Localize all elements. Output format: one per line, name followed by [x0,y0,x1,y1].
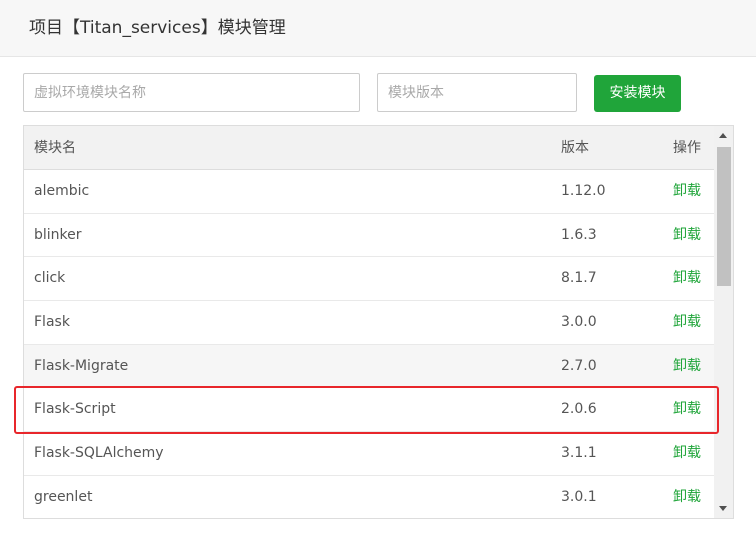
module-name: Flask-Migrate [34,357,129,374]
header-action: 操作 [673,140,701,156]
uninstall-link[interactable]: 卸载 [673,399,701,419]
module-name: Flask-SQLAlchemy [34,445,164,462]
header-version: 版本 [561,140,589,156]
module-name-input[interactable] [23,73,360,112]
uninstall-link[interactable]: 卸载 [673,356,701,376]
module-name: click [34,270,66,287]
module-name: greenlet [34,488,93,505]
table-row: Flask 3.0.0 卸载 [24,301,714,345]
table-row: blinker 1.6.3 卸载 [24,213,714,258]
uninstall-link[interactable]: 卸载 [673,312,701,332]
module-version: 1.12.0 [561,183,606,199]
uninstall-link[interactable]: 卸载 [673,443,701,463]
table-row: Flask-SQLAlchemy 3.1.1 卸载 [24,432,714,476]
module-version: 3.1.1 [561,445,597,462]
table-row: Flask-Migrate 2.7.0 卸载 [24,344,714,389]
module-version: 2.7.0 [561,357,597,374]
table-row: Flask-Script 2.0.6 卸载 [24,388,714,433]
dialog-header: 项目【Titan_services】模块管理 [0,0,756,57]
module-table: 模块名 版本 操作 alembic 1.12.0 卸载 blinker 1.6.… [23,125,734,519]
table-row: greenlet 3.0.1 卸载 [24,475,714,518]
scrollbar-thumb[interactable] [717,147,731,286]
module-version: 8.1.7 [561,270,597,287]
table-body: alembic 1.12.0 卸载 blinker 1.6.3 卸载 click… [24,170,714,518]
module-name: Flask-Script [34,401,116,418]
module-version: 2.0.6 [561,401,597,418]
uninstall-link[interactable]: 卸载 [673,487,701,507]
table-header: 模块名 版本 操作 [24,126,714,170]
table-scrollbar[interactable] [714,126,733,518]
module-version-input[interactable] [377,73,577,112]
module-manager-dialog: 项目【Titan_services】模块管理 安装模块 模块名 版本 操作 al… [0,0,756,537]
scroll-down-icon[interactable] [719,506,727,511]
module-name: Flask [34,314,70,331]
uninstall-link[interactable]: 卸载 [673,225,701,245]
uninstall-link[interactable]: 卸载 [673,268,701,288]
uninstall-link[interactable]: 卸载 [673,181,701,201]
module-version: 1.6.3 [561,226,597,243]
module-version: 3.0.1 [561,488,597,505]
install-module-button[interactable]: 安装模块 [594,75,681,112]
module-name: blinker [34,226,82,243]
module-version: 3.0.0 [561,314,597,331]
module-name: alembic [34,183,90,199]
header-module-name: 模块名 [34,140,76,156]
scroll-up-icon[interactable] [719,133,727,138]
table-row: click 8.1.7 卸载 [24,257,714,302]
dialog-title: 项目【Titan_services】模块管理 [29,18,286,38]
table-row: alembic 1.12.0 卸载 [24,170,714,214]
